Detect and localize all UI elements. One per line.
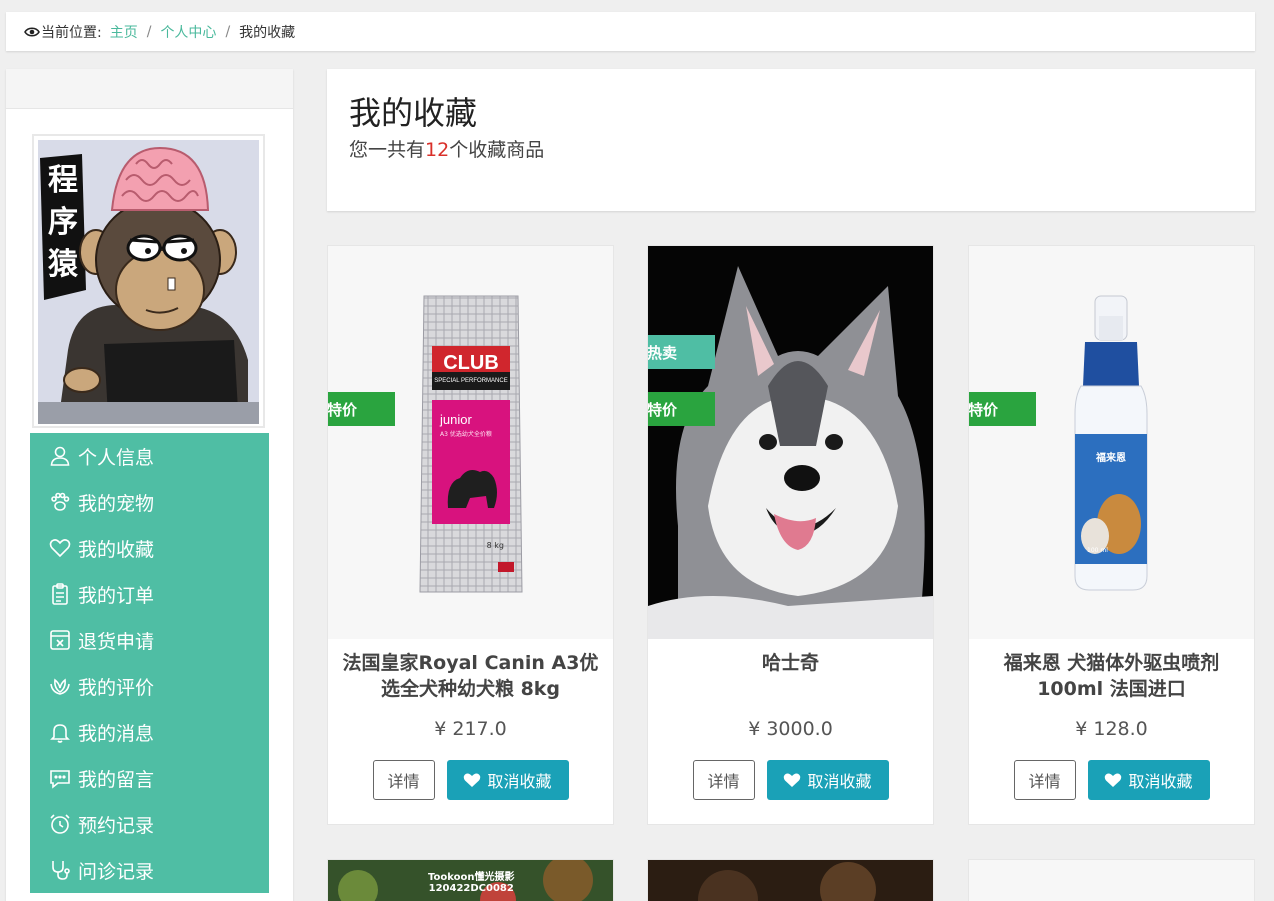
sidebar-item-reviews[interactable]: 我的评价 xyxy=(30,663,269,709)
summary-prefix: 您一共有 xyxy=(349,139,426,161)
product-title[interactable]: 福来恩 犬猫体外驱虫喷剂 100ml 法国进口 xyxy=(969,650,1254,702)
product-image[interactable]: CLUB SPECIAL PERFORMANCE junior A3 优选幼犬全… xyxy=(328,246,613,639)
ribbon-sale: 特价 xyxy=(648,392,715,426)
sidebar-item-label: 退货申请 xyxy=(78,630,155,653)
lotus-icon xyxy=(50,678,70,695)
package-desc: A3 优选幼犬全价粮 xyxy=(440,430,492,438)
spray-bottle-image: 福来恩 100 ml xyxy=(1074,295,1148,591)
return-box-icon xyxy=(50,630,70,650)
clipboard-icon xyxy=(52,583,68,605)
product-image[interactable]: 福来恩 100 ml 特价 xyxy=(969,246,1254,639)
avatar-caption-2: 序 xyxy=(48,205,78,240)
avatar-caption-3: 猿 xyxy=(48,247,79,282)
remove-favorite-label: 取消收藏 xyxy=(1128,772,1193,791)
product-card: CLUB SPECIAL PERFORMANCE junior A3 优选幼犬全… xyxy=(327,245,614,825)
ribbon-sale: 特价 xyxy=(328,392,395,426)
favorites-count: 12 xyxy=(425,139,450,161)
product-card: 福来恩 100 ml 特价 福来恩 犬猫体外驱虫喷剂 100ml 法国进口 ¥ … xyxy=(968,245,1255,825)
product-image[interactable]: 热卖 特价 xyxy=(648,246,933,639)
remove-favorite-label: 取消收藏 xyxy=(807,772,872,791)
product-price: ¥ 128.0 xyxy=(1075,718,1148,740)
sidebar-item-returns[interactable]: 退货申请 xyxy=(30,617,269,663)
product-price: ¥ 3000.0 xyxy=(748,718,833,740)
sidebar-item-appointments[interactable]: 预约记录 xyxy=(30,801,269,847)
alarm-clock-icon xyxy=(50,814,70,834)
breadcrumb-prefix: 当前位置: xyxy=(41,24,102,41)
product-actions: 详情 取消收藏 xyxy=(328,760,613,800)
sidebar-item-favorites[interactable]: 我的收藏 xyxy=(30,525,269,571)
avatar-caption-1: 程 xyxy=(48,163,78,198)
package-weight: 8 kg xyxy=(487,541,504,550)
heart-icon xyxy=(784,773,801,787)
detail-button[interactable]: 详情 xyxy=(372,760,435,800)
dog-food-bag-image: CLUB SPECIAL PERFORMANCE junior A3 优选幼犬全… xyxy=(419,295,523,593)
sidebar-menu: 个人信息 我的宠物 我的收藏 我的订单 退货申请 我的评价 我的消息 我的留言 … xyxy=(30,433,269,893)
chat-icon xyxy=(50,770,70,789)
avatar: 程 序 猿 xyxy=(32,134,265,428)
page-title: 我的收藏 xyxy=(349,94,478,132)
package-line: SPECIAL PERFORMANCE xyxy=(434,378,507,384)
sidebar: 程 序 猿 个人信息 我的宠物 我的收藏 我的订单 退货申请 我的评价 我的消息… xyxy=(6,69,293,901)
detail-button[interactable]: 详情 xyxy=(1013,760,1076,800)
product-actions: 详情 取消收藏 xyxy=(648,760,933,800)
bell-icon xyxy=(50,724,70,743)
breadcrumb: 当前位置: 主页 / 个人中心 / 我的收藏 xyxy=(6,12,1255,51)
sidebar-item-messages[interactable]: 我的消息 xyxy=(30,709,269,755)
sidebar-item-label: 我的宠物 xyxy=(78,492,155,515)
photo-watermark: Tookoon懂光摄影 120422DC0082 xyxy=(428,872,515,894)
sidebar-item-pets[interactable]: 我的宠物 xyxy=(30,479,269,525)
paw-icon xyxy=(51,492,70,511)
product-price: ¥ 217.0 xyxy=(434,718,507,740)
sidebar-item-label: 我的收藏 xyxy=(78,538,155,561)
user-icon xyxy=(50,446,70,466)
pet-photo-image xyxy=(648,860,933,901)
product-card-peek[interactable] xyxy=(647,859,934,901)
sidebar-item-consultations[interactable]: 问诊记录 xyxy=(30,847,269,893)
spray-volume: 100 ml xyxy=(1087,547,1108,554)
avatar-image: 程 序 猿 xyxy=(38,140,259,424)
product-title[interactable]: 哈士奇 xyxy=(648,650,933,702)
heart-icon xyxy=(464,773,481,787)
sidebar-header xyxy=(6,69,293,109)
summary-suffix: 个收藏商品 xyxy=(449,139,545,161)
product-card: 热卖 特价 哈士奇 ¥ 3000.0 详情 取消收藏 xyxy=(647,245,934,825)
package-variant: junior xyxy=(439,412,472,427)
breadcrumb-center-link[interactable]: 个人中心 xyxy=(160,22,216,42)
sidebar-item-label: 我的留言 xyxy=(78,768,155,791)
sidebar-item-label: 预约记录 xyxy=(78,814,155,837)
husky-dog-image xyxy=(648,246,933,639)
eye-icon xyxy=(24,26,40,37)
sidebar-item-comments[interactable]: 我的留言 xyxy=(30,755,269,801)
sidebar-item-label: 我的消息 xyxy=(78,722,155,745)
remove-favorite-button[interactable]: 取消收藏 xyxy=(1087,760,1210,800)
heart-icon xyxy=(49,539,71,558)
breadcrumb-home-link[interactable]: 主页 xyxy=(110,22,138,42)
ribbon-sale: 特价 xyxy=(969,392,1036,426)
sidebar-item-label: 个人信息 xyxy=(78,446,155,469)
spray-brand: 福来恩 xyxy=(1095,451,1126,464)
sidebar-item-label: 我的订单 xyxy=(78,584,155,607)
stethoscope-icon xyxy=(52,861,70,880)
product-card-peek[interactable]: Tookoon懂光摄影 120422DC0082 xyxy=(327,859,614,901)
remove-favorite-label: 取消收藏 xyxy=(487,772,552,791)
product-card-peek[interactable] xyxy=(968,859,1255,901)
sidebar-item-label: 问诊记录 xyxy=(78,860,155,883)
favorites-summary: 您一共有12个收藏商品 xyxy=(349,135,1233,162)
breadcrumb-separator: / xyxy=(225,23,231,40)
breadcrumb-current: 我的收藏 xyxy=(239,24,296,41)
favorites-header: 我的收藏 您一共有12个收藏商品 xyxy=(327,69,1255,211)
sidebar-item-profile[interactable]: 个人信息 xyxy=(30,433,269,479)
sidebar-item-label: 我的评价 xyxy=(78,676,155,699)
breadcrumb-separator: / xyxy=(146,23,152,40)
product-actions: 详情 取消收藏 xyxy=(969,760,1254,800)
sidebar-item-orders[interactable]: 我的订单 xyxy=(30,571,269,617)
heart-icon xyxy=(1105,773,1122,787)
ribbon-hot: 热卖 xyxy=(648,335,715,369)
remove-favorite-button[interactable]: 取消收藏 xyxy=(766,760,889,800)
remove-favorite-button[interactable]: 取消收藏 xyxy=(446,760,569,800)
detail-button[interactable]: 详情 xyxy=(692,760,755,800)
product-title[interactable]: 法国皇家Royal Canin A3优选全犬种幼犬粮 8kg xyxy=(328,650,613,702)
package-brand: CLUB xyxy=(443,352,499,374)
